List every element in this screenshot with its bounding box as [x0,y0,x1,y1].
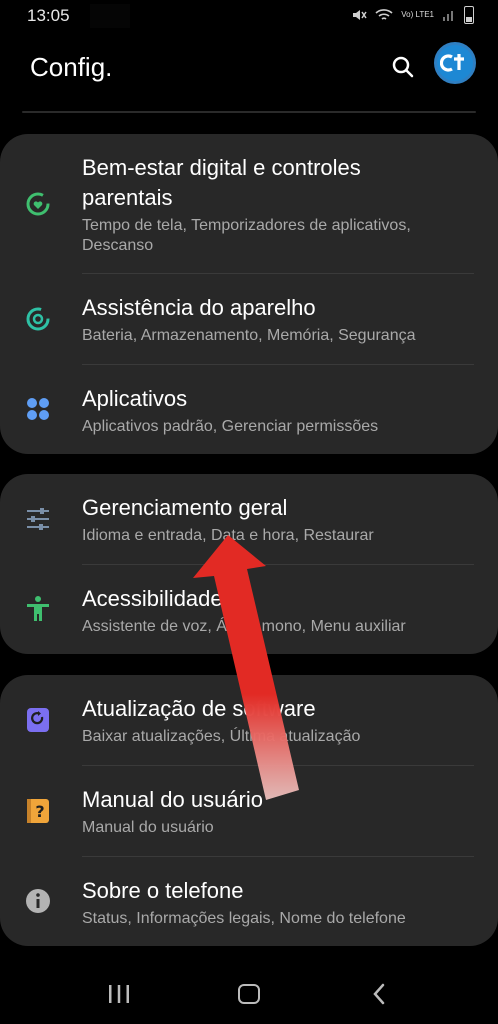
setting-subtitle: Baixar atualizações, Última atualização [82,728,361,745]
setting-accessibility[interactable]: Acessibilidade Assistente de voz, Áudio … [0,565,498,654]
signal-icon [443,11,453,21]
setting-title: Sobre o telefone [82,878,244,903]
settings-group-3: Atualização de software Baixar atualizaç… [0,675,498,946]
network-type: Vo) LTE1 [401,10,434,19]
search-icon[interactable] [390,54,416,80]
setting-subtitle: Status, Informações legais, Nome do tele… [82,910,406,927]
digital-wellbeing-icon [26,192,50,216]
setting-title: Acessibilidade [82,586,223,611]
setting-about-phone[interactable]: Sobre o telefone Status, Informações leg… [0,857,498,946]
setting-user-manual[interactable]: ? Manual do usuário Manual do usuário [0,766,498,857]
status-time: 13:05 [27,6,70,25]
navigation-bar [0,962,498,1024]
setting-general-management[interactable]: Gerenciamento geral Idioma e entrada, Da… [0,474,498,565]
setting-apps[interactable]: Aplicativos Aplicativos padrão, Gerencia… [0,365,498,454]
setting-title-cont: parentais [82,185,173,210]
wifi-icon [375,9,393,20]
setting-title: Gerenciamento geral [82,495,288,520]
settings-group-2: Gerenciamento geral Idioma e entrada, Da… [0,474,498,654]
setting-title: Atualização de software [82,696,316,721]
setting-subtitle: Idioma e entrada, Data e hora, Restaurar [82,527,374,544]
apps-icon [27,398,49,420]
svg-text:?: ? [35,802,44,821]
home-button[interactable] [238,984,260,1004]
setting-subtitle: Assistente de voz, Áudio mono, Menu auxi… [82,618,406,635]
setting-subtitle-cont: Descanso [82,237,154,254]
redaction-box [90,4,130,28]
app-header: Config. [0,36,498,106]
setting-subtitle: Aplicativos padrão, Gerenciar permissões [82,418,379,435]
battery-icon [464,6,474,24]
avatar[interactable] [434,42,476,84]
setting-title: Bem-estar digital e controles [82,155,361,180]
recents-icon[interactable] [107,984,131,1004]
status-bar: 13:05 Vo) LTE1 [0,0,498,32]
avatar-logo-icon [440,54,464,72]
setting-subtitle: Manual do usuário [82,819,214,836]
status-icons: Vo) LTE1 [351,6,474,24]
setting-title: Manual do usuário [82,787,264,812]
accessibility-icon [27,596,49,621]
device-care-icon [26,307,50,331]
setting-software-update[interactable]: Atualização de software Baixar atualizaç… [0,675,498,766]
header-divider [22,111,476,113]
setting-device-care[interactable]: Assistência do aparelho Bateria, Armazen… [0,274,498,365]
page-title: Config. [30,52,113,82]
setting-title: Aplicativos [82,386,188,411]
sliders-icon [27,508,49,530]
mute-icon [353,10,367,20]
setting-digital-wellbeing[interactable]: Bem-estar digital e controles parentais … [0,134,498,274]
software-update-icon [27,708,49,732]
setting-title: Assistência do aparelho [82,295,316,320]
info-icon [26,889,50,913]
back-icon[interactable] [370,982,388,1006]
setting-subtitle: Bateria, Armazenamento, Memória, Seguran… [82,327,416,344]
user-manual-icon: ? [27,799,49,823]
settings-group-1: Bem-estar digital e controles parentais … [0,134,498,454]
setting-subtitle: Tempo de tela, Temporizadores de aplicat… [82,217,411,234]
